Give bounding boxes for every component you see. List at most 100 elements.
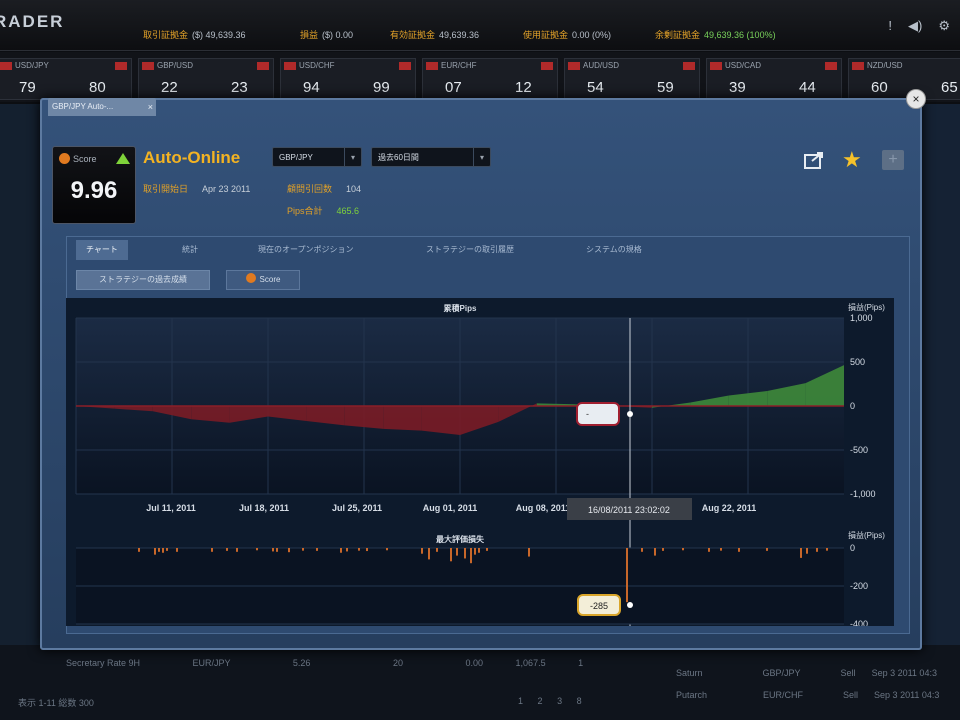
bid-quote[interactable]: 79 — [19, 79, 36, 96]
bid-quote[interactable]: 39 — [729, 79, 746, 96]
rate-tile[interactable]: USD/CAD 39 44 — [706, 58, 842, 100]
chart-title-2: 最大評価損失 — [436, 534, 485, 544]
ask-quote[interactable]: 99 — [373, 79, 390, 96]
area-segment — [383, 406, 422, 431]
drawdown-bar — [474, 548, 476, 555]
ask-quote[interactable]: 59 — [657, 79, 674, 96]
tab-open-positions[interactable]: 現在のオープンポジション — [258, 240, 354, 260]
pager-info: 表示 1-11 総数 300 — [18, 698, 94, 708]
ask-quote[interactable]: 44 — [799, 79, 816, 96]
ask-quote[interactable]: 23 — [231, 79, 248, 96]
drawdown-bar — [211, 548, 213, 552]
bid-quote[interactable]: 94 — [303, 79, 320, 96]
speaker-icon[interactable]: ◀) — [908, 18, 922, 34]
rate-tile[interactable]: EUR/CHF 07 12 — [422, 58, 558, 100]
bid-quote[interactable]: 54 — [587, 79, 604, 96]
tab-trade-history[interactable]: ストラテジーの取引履歴 — [426, 240, 514, 260]
rate-tile[interactable]: USD/CHF 94 99 — [280, 58, 416, 100]
y-axis-label: 損益(Pips) — [848, 302, 885, 312]
y-tick-label-2: 0 — [850, 543, 855, 553]
share-icon[interactable] — [804, 150, 826, 170]
bid-quote[interactable]: 07 — [445, 79, 462, 96]
tab-stats[interactable]: 統計 — [182, 240, 198, 260]
rate-pair: USD/CAD — [725, 61, 762, 70]
flag-icon — [541, 62, 553, 70]
area-segment — [344, 406, 384, 429]
flag-icon — [852, 62, 864, 70]
y-tick-label: 0 — [850, 401, 855, 411]
account-equity: 有効証拠金 49,639.36 — [390, 30, 480, 40]
rate-tile[interactable]: USD/JPY 79 80 — [0, 58, 132, 100]
add-icon[interactable]: + — [882, 150, 904, 170]
background-row[interactable]: Secretary Rate 9H EUR/JPY 5.26 20 0.00 1… — [66, 658, 583, 668]
account-free-margin: 余剰証拠金 49,639.36 (100%) — [655, 30, 776, 40]
rate-tile[interactable]: GBP/USD 22 23 — [138, 58, 274, 100]
account-used-margin: 使用証拠金 0.00 (0%) — [523, 30, 612, 40]
drawdown-bar — [654, 548, 656, 556]
flag-icon — [683, 62, 695, 70]
pair-select[interactable]: GBP/JPY ▾ — [272, 147, 362, 167]
page-link[interactable]: 2 — [538, 696, 543, 706]
drawdown-bar — [346, 548, 348, 552]
favorite-star-icon[interactable]: ★ — [842, 147, 862, 173]
drawdown-bar — [421, 548, 423, 554]
drawdown-bar — [236, 548, 238, 552]
drawdown-bar — [226, 548, 228, 551]
drawdown-bar — [176, 548, 178, 552]
x-tick-label: Aug 01, 2011 — [423, 503, 478, 513]
past-performance-button[interactable]: ストラテジーの過去成績 — [76, 270, 210, 290]
flag-icon — [710, 62, 722, 70]
history-row[interactable]: Saturn GBP/JPY Sell Sep 3 2011 04:3 — [676, 668, 937, 678]
ask-quote[interactable]: 65 — [941, 79, 958, 96]
ask-quote[interactable]: 80 — [89, 79, 106, 96]
date-tooltip: 16/08/2011 23:02:02 — [588, 505, 670, 515]
drawdown-bar — [528, 548, 530, 557]
rate-strip: USD/JPY 79 80 GBP/USD 22 23 USD/CHF 94 99 EUR/CHF… — [0, 52, 960, 102]
drawdown-bar — [288, 548, 290, 553]
drawdown-bar — [162, 548, 164, 553]
detail-tabs: チャート 統計 現在のオープンポジション ストラテジーの取引履歴 システムの規格 — [66, 240, 908, 260]
drawdown-bar — [708, 548, 710, 552]
tab-system-spec[interactable]: システムの規格 — [586, 240, 642, 260]
bid-quote[interactable]: 60 — [871, 79, 888, 96]
chart-area: 1,000 500 0 -500 -1,000 損益(Pips) 累積Pips Jul 11,… — [66, 298, 894, 629]
settings-icon[interactable]: ⚙ — [938, 18, 950, 34]
drawdown-bar — [816, 548, 818, 552]
ask-quote[interactable]: 12 — [515, 79, 532, 96]
rate-tile[interactable]: NZD/USD 60 65 — [848, 58, 960, 100]
background-right-panel — [918, 104, 960, 720]
modal-tab[interactable]: GBP/JPY Auto-... × — [48, 98, 156, 116]
drawdown-bar — [158, 548, 160, 552]
app-brand: RADER — [0, 12, 65, 31]
flag-icon — [142, 62, 154, 70]
account-pl: 損益 ($) 0.00 — [300, 30, 354, 40]
drawdown-bar — [302, 548, 304, 551]
tab-close-icon[interactable]: × — [148, 98, 153, 116]
pager: 1 2 3 8 — [518, 696, 582, 706]
tooltip-value-2: -285 — [590, 601, 608, 611]
page-link[interactable]: 8 — [577, 696, 582, 706]
page-link[interactable]: 3 — [557, 696, 562, 706]
drawdown-bar — [428, 548, 430, 560]
drawdown-bar — [738, 548, 740, 552]
flag-icon — [0, 62, 12, 70]
tab-chart[interactable]: チャート — [76, 240, 128, 260]
chevron-down-icon: ▾ — [473, 148, 490, 166]
info-icon[interactable]: ! — [888, 18, 892, 34]
score-box: Score 9.96 — [52, 146, 136, 224]
flag-icon — [284, 62, 296, 70]
score-button[interactable]: Score — [226, 270, 300, 290]
account-balance: 取引証拠金 ($) 49,639.36 — [143, 30, 246, 40]
page-link[interactable]: 1 — [518, 696, 523, 706]
flag-icon — [825, 62, 837, 70]
chart-svg: 1,000 500 0 -500 -1,000 損益(Pips) 累積Pips Jul 11,… — [66, 298, 894, 629]
history-row[interactable]: Putarch EUR/CHF Sell Sep 3 2011 04:3 — [676, 690, 939, 700]
bid-quote[interactable]: 22 — [161, 79, 178, 96]
trend-up-icon — [116, 153, 130, 164]
drawdown-bar — [456, 548, 458, 556]
period-select[interactable]: 過去60日間 ▾ — [371, 147, 491, 167]
y-tick-label: 1,000 — [850, 313, 873, 323]
y-tick-label-2: -200 — [850, 581, 868, 591]
modal-close-icon[interactable]: × — [906, 89, 926, 109]
rate-tile[interactable]: AUD/USD 54 59 — [564, 58, 700, 100]
